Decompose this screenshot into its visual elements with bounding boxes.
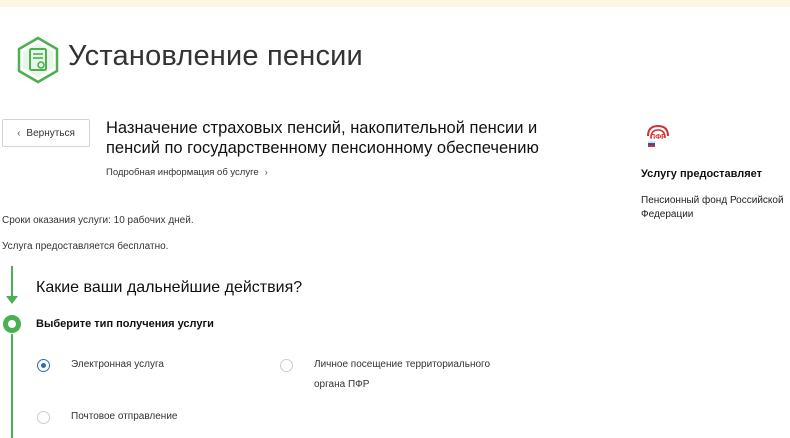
step-indicator-dot — [3, 315, 21, 333]
option-label-postal[interactable]: Почтовое отправление — [71, 407, 177, 427]
back-button[interactable]: ‹ Вернуться — [2, 119, 90, 147]
service-deadline-text: Сроки оказания услуги: 10 рабочих дней. — [2, 215, 194, 226]
step-label: Выберите тип получения услуги — [36, 318, 214, 330]
back-button-label: Вернуться — [26, 127, 75, 139]
option-label-electronic[interactable]: Электронная услуга — [71, 355, 164, 375]
page-title: Установление пенсии — [68, 40, 363, 72]
option-label-personal-visit[interactable]: Личное посещение территориального органа… — [314, 355, 514, 395]
chevron-left-icon: ‹ — [17, 127, 21, 139]
provider-name: Пенсионный фонд Российской Федерации — [641, 195, 784, 220]
pension-document-icon — [17, 36, 59, 84]
arrow-down-icon — [6, 296, 18, 304]
chevron-right-icon: › — [264, 167, 268, 178]
service-cost-text: Услуга предоставляется бесплатно. — [2, 241, 169, 252]
more-info-link[interactable]: Подробная информация об услуге › — [106, 167, 268, 178]
stepper-line-bottom — [11, 334, 13, 438]
service-title: Назначение страховых пенсий, накопительн… — [106, 119, 539, 157]
radio-postal[interactable] — [37, 411, 50, 424]
top-notice-bar — [0, 0, 790, 7]
svg-text:ПФР: ПФР — [650, 134, 666, 141]
stepper-line-top — [11, 266, 13, 296]
step-question: Какие ваши дальнейшие действия? — [36, 279, 303, 296]
more-info-label: Подробная информация об услуге — [106, 167, 259, 178]
radio-electronic-service[interactable] — [37, 359, 50, 372]
radio-personal-visit[interactable] — [280, 359, 293, 372]
pfr-logo-icon: ПФР — [647, 124, 669, 147]
provider-heading: Услугу предоставляет — [641, 168, 763, 180]
